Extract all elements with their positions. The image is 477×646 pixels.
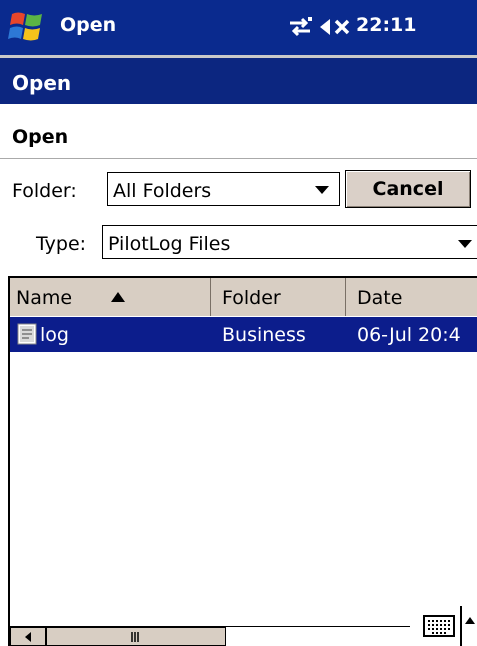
document-icon (17, 323, 37, 345)
type-dropdown-value: PilotLog Files (108, 233, 231, 255)
column-separator[interactable] (210, 278, 211, 316)
column-separator[interactable] (345, 278, 346, 316)
divider (0, 158, 477, 159)
grip-icon (131, 632, 139, 642)
sort-ascending-icon (111, 292, 125, 302)
clock[interactable]: 22:11 (356, 14, 416, 36)
folder-dropdown-value: All Folders (113, 180, 212, 202)
folder-label: Folder: (12, 180, 77, 202)
type-label: Type: (36, 233, 87, 255)
chevron-down-icon (458, 240, 472, 248)
header-title: Open (12, 71, 72, 95)
keyboard-icon[interactable] (418, 606, 460, 646)
dialog-title: Open (12, 126, 69, 148)
volume-muted-icon[interactable] (318, 15, 354, 39)
scroll-left-button[interactable] (10, 627, 46, 646)
start-menu-icon[interactable] (8, 8, 46, 46)
arrow-left-icon (25, 632, 31, 642)
connectivity-icon[interactable] (286, 15, 314, 39)
chevron-down-icon (315, 186, 329, 194)
column-header-folder[interactable]: Folder (222, 287, 281, 309)
cancel-button-label: Cancel (372, 178, 444, 200)
header-band (0, 58, 477, 104)
file-folder: Business (222, 324, 306, 346)
file-date: 06-Jul 20:4 (357, 324, 461, 346)
column-header-name[interactable]: Name (16, 287, 72, 309)
window-title: Open (60, 14, 117, 36)
file-name: log (40, 324, 69, 346)
chevron-up-icon[interactable] (462, 606, 477, 646)
column-header-date[interactable]: Date (357, 287, 402, 309)
